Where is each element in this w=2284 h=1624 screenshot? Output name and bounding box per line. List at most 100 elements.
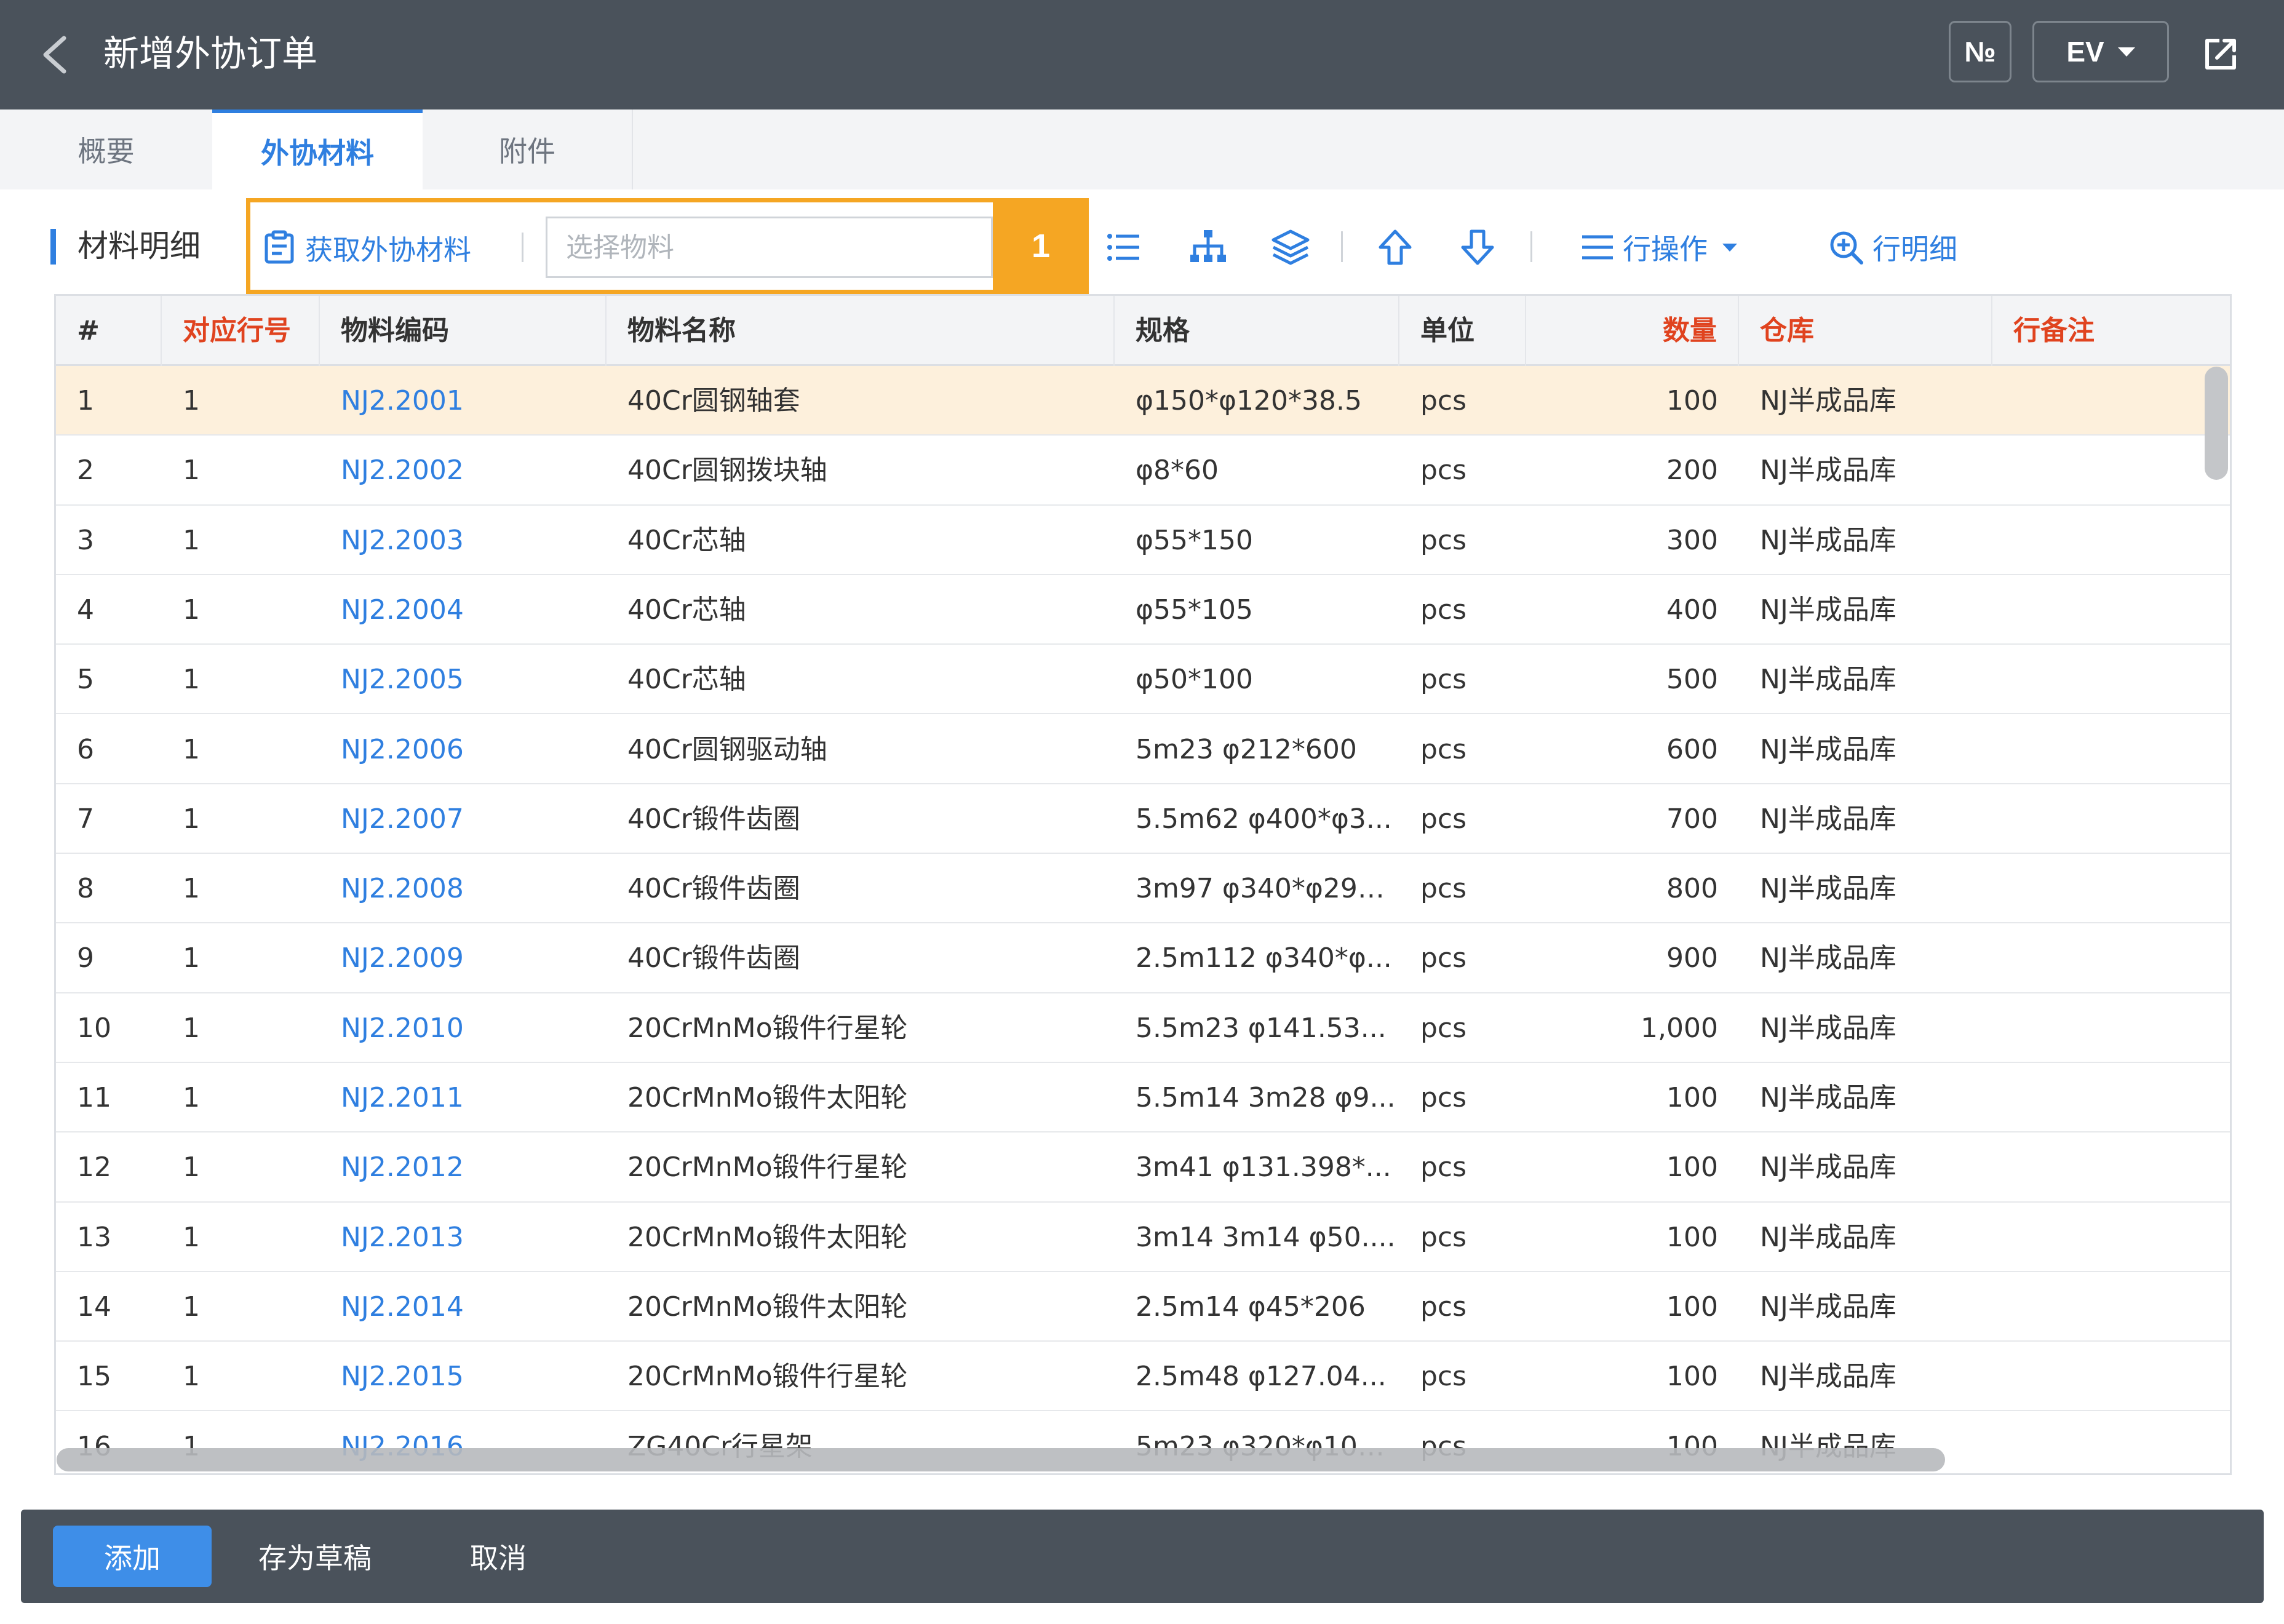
cell-quantity: 100 xyxy=(1666,1221,1718,1253)
move-down-icon[interactable] xyxy=(1458,228,1497,267)
cell-row-note xyxy=(1992,645,2230,714)
cell-row-note xyxy=(1992,1132,2230,1202)
row-detail-button[interactable]: 行明细 xyxy=(1828,223,1957,272)
cell-quantity: 100 xyxy=(1666,1291,1718,1323)
table-row[interactable]: 12 1 NJ2.2012 20CrMnMo锻件行星轮 3m41 φ131.398*..… xyxy=(56,1132,2230,1203)
cell-material-code[interactable]: NJ2.2012 xyxy=(320,1132,607,1202)
table-row[interactable]: 15 1 NJ2.2015 20CrMnMo锻件行星轮 2.5m48 φ127.04..… xyxy=(56,1342,2230,1412)
cell-unit: pcs xyxy=(1420,1361,1467,1393)
cell-material-code[interactable]: NJ2.2014 xyxy=(320,1272,607,1342)
cell-material-code[interactable]: NJ2.2011 xyxy=(320,1063,607,1132)
cell-line-no: 1 xyxy=(183,524,200,556)
cell-material-code[interactable]: NJ2.2009 xyxy=(320,923,607,993)
number-button[interactable]: № xyxy=(1949,21,2011,82)
cell-index: 5 xyxy=(77,664,94,696)
step-badge: 1 xyxy=(993,198,1089,294)
table-row[interactable]: 14 1 NJ2.2014 20CrMnMo锻件太阳轮 2.5m14 φ45*206 pc… xyxy=(56,1272,2230,1342)
fetch-materials-button[interactable]: 获取外协材料 xyxy=(263,223,471,272)
move-up-icon[interactable] xyxy=(1375,228,1415,267)
cell-spec: φ8*60 xyxy=(1136,455,1219,487)
hierarchy-icon[interactable] xyxy=(1188,228,1228,267)
cell-unit: pcs xyxy=(1420,664,1467,696)
cell-line-no: 1 xyxy=(183,1012,200,1044)
column-header-unit: 单位 xyxy=(1399,296,1526,366)
cell-warehouse: NJ半成品库 xyxy=(1760,1082,1896,1113)
table-row[interactable]: 10 1 NJ2.2010 20CrMnMo锻件行星轮 5.5m23 φ141.53..… xyxy=(56,993,2230,1063)
toolbar-divider xyxy=(522,233,523,262)
cell-spec: φ50*100 xyxy=(1136,664,1253,696)
cell-material-code[interactable]: NJ2.2005 xyxy=(320,645,607,714)
cell-warehouse: NJ半成品库 xyxy=(1760,1291,1896,1323)
cell-quantity: 500 xyxy=(1666,664,1718,696)
cell-spec: 3m97 φ340*φ290... xyxy=(1136,873,1399,905)
save-draft-button[interactable]: 存为草稿 xyxy=(258,1526,372,1587)
add-button[interactable]: 添加 xyxy=(53,1526,212,1587)
cell-material-name: 40Cr锻件齿圈 xyxy=(627,803,800,835)
column-header-quantity: 数量 xyxy=(1526,296,1739,366)
material-search-input[interactable] xyxy=(546,217,993,278)
table-row[interactable]: 5 1 NJ2.2005 40Cr芯轴 φ50*100 pcs 500 NJ半成品库 xyxy=(56,645,2230,715)
cell-index: 3 xyxy=(77,524,94,556)
cell-index: 2 xyxy=(77,455,94,487)
table-row[interactable]: 1 1 NJ2.2001 40Cr圆钢轴套 φ150*φ120*38.5 pcs 100 NJ… xyxy=(56,366,2230,436)
cell-material-code[interactable]: NJ2.2008 xyxy=(320,854,607,923)
table-row[interactable]: 3 1 NJ2.2003 40Cr芯轴 φ55*150 pcs 300 NJ半成品库 xyxy=(56,505,2230,575)
cell-index: 9 xyxy=(77,942,94,974)
cell-row-note xyxy=(1992,715,2230,784)
cell-material-code[interactable]: NJ2.2003 xyxy=(320,506,607,575)
cell-material-code[interactable]: NJ2.2006 xyxy=(320,715,607,784)
cell-row-note xyxy=(1992,784,2230,854)
cell-material-name: 40Cr芯轴 xyxy=(627,664,746,696)
cell-row-note xyxy=(1992,1063,2230,1132)
cell-material-code[interactable]: NJ2.2001 xyxy=(320,366,607,436)
language-dropdown[interactable]: EV xyxy=(2032,21,2169,82)
cell-material-name: 40Cr圆钢轴套 xyxy=(627,385,800,416)
row-operations-dropdown[interactable]: 行操作 xyxy=(1581,223,1737,272)
horizontal-scrollbar[interactable] xyxy=(57,1448,1945,1471)
tab-overview[interactable]: 概要 xyxy=(0,109,212,189)
table-row[interactable]: 2 1 NJ2.2002 40Cr圆钢拨块轴 φ8*60 pcs 200 NJ半成品库 xyxy=(56,436,2230,506)
cell-spec: 2.5m48 φ127.04... xyxy=(1136,1361,1387,1393)
back-icon[interactable] xyxy=(39,34,69,75)
cell-line-no: 1 xyxy=(183,873,200,905)
cell-row-note xyxy=(1992,506,2230,575)
cell-material-code[interactable]: NJ2.2004 xyxy=(320,575,607,645)
layers-icon[interactable] xyxy=(1271,228,1310,267)
table-row[interactable]: 13 1 NJ2.2013 20CrMnMo锻件太阳轮 3m14 3m14 φ50...… xyxy=(56,1202,2230,1272)
cell-warehouse: NJ半成品库 xyxy=(1760,1012,1896,1044)
toolbar-divider xyxy=(1341,231,1343,262)
share-icon[interactable] xyxy=(2201,34,2240,74)
cell-quantity: 100 xyxy=(1666,1082,1718,1113)
cell-line-no: 1 xyxy=(183,1361,200,1393)
cell-spec: 3m14 3m14 φ50.... xyxy=(1136,1221,1396,1253)
column-header-line-no: 对应行号 xyxy=(162,296,320,366)
cell-material-code[interactable]: NJ2.2002 xyxy=(320,436,607,505)
tab-attachments[interactable]: 附件 xyxy=(423,109,633,189)
table-row[interactable]: 7 1 NJ2.2007 40Cr锻件齿圈 5.5m62 φ400*φ3... pcs 70… xyxy=(56,784,2230,854)
table-row[interactable]: 6 1 NJ2.2006 40Cr圆钢驱动轴 5m23 φ212*600 pcs 600 NJ… xyxy=(56,714,2230,784)
cell-unit: pcs xyxy=(1420,803,1467,835)
list-icon[interactable] xyxy=(1104,228,1143,267)
cell-line-no: 1 xyxy=(183,664,200,696)
cancel-button[interactable]: 取消 xyxy=(470,1526,527,1587)
cell-material-name: 40Cr圆钢拨块轴 xyxy=(627,455,827,487)
cell-row-note xyxy=(1992,1272,2230,1342)
cell-index: 15 xyxy=(77,1361,111,1393)
cell-warehouse: NJ半成品库 xyxy=(1760,873,1896,905)
column-header-index: # xyxy=(56,296,162,366)
cell-material-code[interactable]: NJ2.2015 xyxy=(320,1342,607,1411)
cell-unit: pcs xyxy=(1420,524,1467,556)
cell-material-name: 40Cr锻件齿圈 xyxy=(627,873,800,905)
table-row[interactable]: 4 1 NJ2.2004 40Cr芯轴 φ55*105 pcs 400 NJ半成品库 xyxy=(56,575,2230,645)
tab-outsource-materials[interactable]: 外协材料 xyxy=(212,109,423,189)
cell-material-name: 20CrMnMo锻件太阳轮 xyxy=(627,1291,908,1323)
table-row[interactable]: 11 1 NJ2.2011 20CrMnMo锻件太阳轮 5.5m14 3m28 φ9..… xyxy=(56,1063,2230,1133)
cell-material-code[interactable]: NJ2.2007 xyxy=(320,784,607,854)
cell-material-name: 40Cr芯轴 xyxy=(627,594,746,626)
table-row[interactable]: 8 1 NJ2.2008 40Cr锻件齿圈 3m97 φ340*φ290... pcs 80… xyxy=(56,854,2230,924)
table-row[interactable]: 9 1 NJ2.2009 40Cr锻件齿圈 2.5m112 φ340*φ... pcs 90… xyxy=(56,923,2230,993)
cell-material-code[interactable]: NJ2.2010 xyxy=(320,993,607,1063)
cell-material-code[interactable]: NJ2.2013 xyxy=(320,1203,607,1272)
cell-spec: 3m41 φ131.398*... xyxy=(1136,1152,1391,1184)
vertical-scrollbar[interactable] xyxy=(2205,367,2228,480)
